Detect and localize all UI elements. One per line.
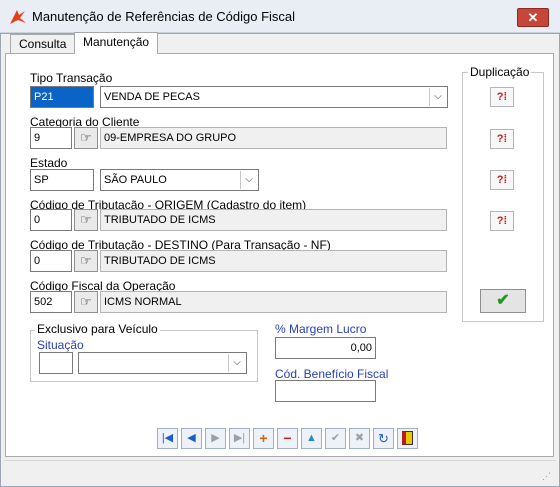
next-record-button[interactable]: ▶ — [205, 428, 226, 449]
situacao-label: Situação — [37, 338, 84, 352]
trib-destino-code-input[interactable]: 0 — [30, 250, 72, 272]
categoria-lookup-button[interactable]: ☞ — [74, 127, 98, 149]
duplicate-categoria-button[interactable]: ?⁞ — [490, 129, 514, 149]
trib-origem-description: TRIBUTADO DE ICMS — [100, 209, 447, 231]
prev-record-button[interactable]: ◀ — [181, 428, 202, 449]
chevron-down-icon: ⌵ — [429, 88, 446, 106]
cfop-description: ICMS NORMAL — [100, 291, 447, 313]
estado-label: Estado — [30, 156, 68, 170]
tab-consulta[interactable]: Consulta — [10, 34, 76, 54]
categoria-cliente-code-input[interactable]: 9 — [30, 127, 72, 149]
checkmark-icon: ✔ — [496, 292, 510, 309]
margem-lucro-label: % Margem Lucro — [275, 322, 367, 336]
tipo-transacao-label: Tipo Transação — [30, 71, 113, 85]
pointing-hand-icon: ☞ — [80, 130, 92, 145]
trib-destino-lookup-button[interactable]: ☞ — [74, 250, 98, 272]
trib-origem-code-input[interactable]: 0 — [30, 209, 72, 231]
beneficio-fiscal-input[interactable] — [275, 380, 376, 402]
estado-select[interactable]: SÃO PAULO ⌵ — [100, 169, 259, 191]
duplicate-trib-origem-button[interactable]: ?⁞ — [490, 211, 514, 231]
chevron-down-icon: ⌵ — [240, 171, 257, 189]
cfop-lookup-button[interactable]: ☞ — [74, 291, 98, 313]
tab-manutencao[interactable]: Manutenção — [74, 32, 159, 54]
duplicate-icon: ?⁞ — [496, 174, 508, 186]
minus-icon: − — [283, 430, 292, 446]
first-record-button[interactable]: |◀ — [157, 428, 178, 449]
chevron-down-icon: ⌵ — [228, 354, 245, 372]
cfop-code-input[interactable]: 502 — [30, 291, 72, 313]
plus-icon: + — [259, 430, 268, 446]
close-button[interactable]: ✕ — [517, 8, 549, 27]
duplicate-estado-button[interactable]: ?⁞ — [490, 170, 514, 190]
insert-button[interactable]: + — [253, 428, 274, 449]
window-title: Manutenção de Referências de Código Fisc… — [32, 9, 296, 24]
pointing-hand-icon: ☞ — [80, 253, 92, 268]
pointing-hand-icon: ☞ — [80, 212, 92, 227]
post-button[interactable]: ✔ — [325, 428, 346, 449]
trib-origem-lookup-button[interactable]: ☞ — [74, 209, 98, 231]
delete-button[interactable]: − — [277, 428, 298, 449]
prev-icon: ◀ — [187, 432, 196, 444]
margem-lucro-input[interactable]: 0,00 — [275, 337, 376, 359]
duplicacao-group — [462, 72, 544, 322]
last-icon: ▶| — [233, 432, 246, 444]
tipo-transacao-code-input[interactable]: P21 — [30, 86, 94, 108]
status-bar — [4, 460, 556, 482]
cancel-button[interactable]: ✖ — [349, 428, 370, 449]
categoria-cliente-description: 09-EMPRESA DO GRUPO — [100, 127, 447, 149]
triangle-up-icon: ▲ — [306, 432, 317, 444]
check-icon: ✔ — [330, 432, 341, 444]
duplicate-icon: ?⁞ — [496, 215, 508, 227]
first-icon: |◀ — [161, 432, 174, 444]
pointing-hand-icon: ☞ — [80, 294, 92, 309]
veiculo-group-label: Exclusivo para Veículo — [35, 322, 160, 336]
situacao-code-input[interactable] — [39, 352, 73, 374]
exit-button[interactable] — [397, 428, 418, 449]
close-icon: ✕ — [527, 10, 539, 25]
app-icon — [8, 7, 28, 27]
refresh-button[interactable]: ↻ — [373, 428, 394, 449]
duplicacao-label: Duplicação — [468, 65, 532, 79]
x-icon: ✖ — [354, 432, 365, 444]
resize-grip-icon[interactable]: ⋰ — [542, 470, 554, 482]
duplicate-icon: ?⁞ — [496, 91, 508, 103]
confirm-duplicate-button[interactable]: ✔ — [480, 289, 526, 313]
exit-door-icon — [402, 431, 413, 445]
estado-code-input[interactable]: SP — [30, 169, 94, 191]
edit-button[interactable]: ▲ — [301, 428, 322, 449]
situacao-select[interactable]: ⌵ — [78, 352, 247, 374]
duplicate-icon: ?⁞ — [496, 133, 508, 145]
tipo-transacao-select[interactable]: VENDA DE PECAS ⌵ — [100, 86, 448, 108]
next-icon: ▶ — [211, 432, 220, 444]
beneficio-fiscal-label: Cód. Benefício Fiscal — [275, 367, 389, 381]
refresh-icon: ↻ — [378, 431, 389, 446]
last-record-button[interactable]: ▶| — [229, 428, 250, 449]
duplicate-tipo-transacao-button[interactable]: ?⁞ — [490, 87, 514, 107]
trib-destino-description: TRIBUTADO DE ICMS — [100, 250, 447, 272]
